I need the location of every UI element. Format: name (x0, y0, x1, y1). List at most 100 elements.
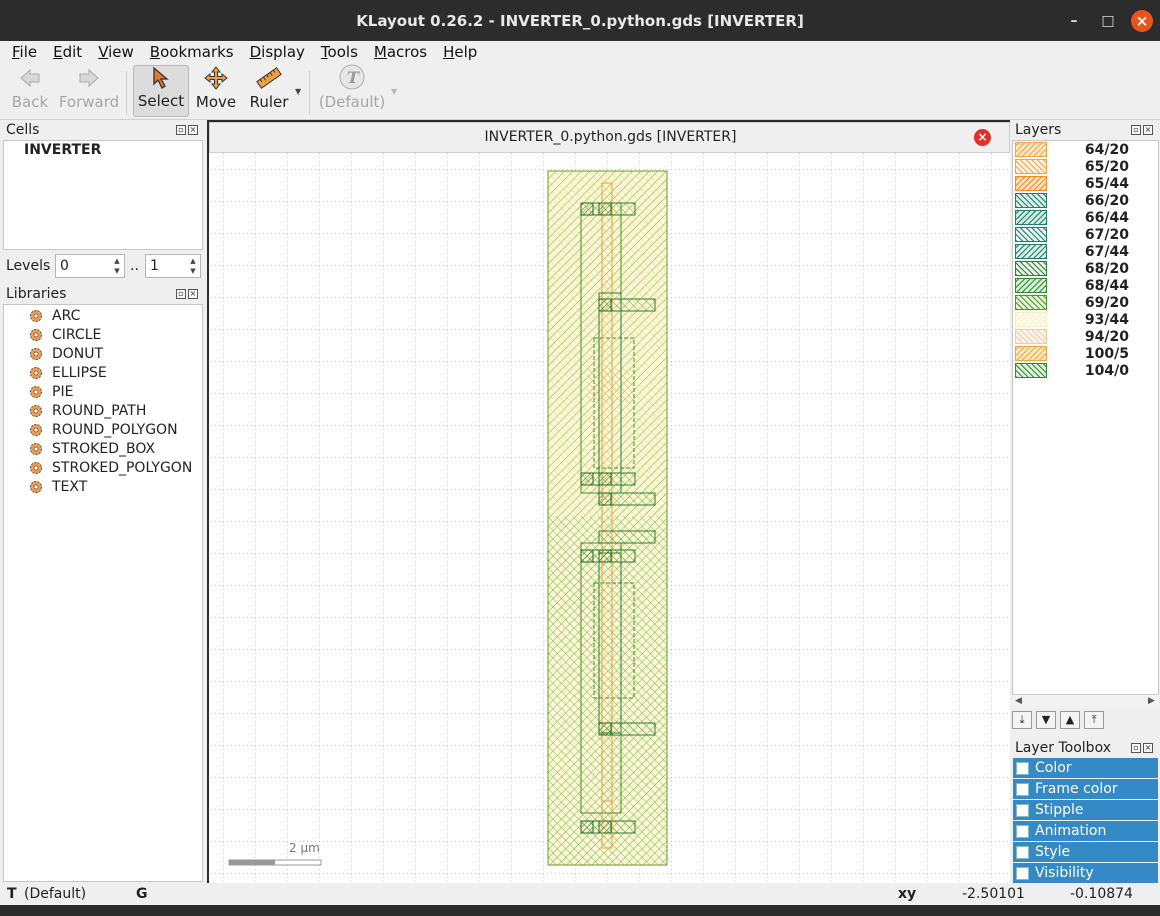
cell-item-inverter[interactable]: INVERTER (24, 142, 101, 158)
layer-item[interactable]: 67/44 (1015, 243, 1129, 260)
close-panel-icon[interactable]: × (188, 125, 198, 135)
library-item[interactable]: STROKED_POLYGON (28, 460, 192, 476)
levels-to-spinbox[interactable]: 1 ▲ ▼ (145, 254, 201, 278)
library-item[interactable]: TEXT (28, 479, 87, 495)
layer-item[interactable]: 67/20 (1015, 226, 1129, 243)
window-title: KLayout 0.26.2 - INVERTER_0.python.gds [… (356, 11, 804, 30)
menu-view[interactable]: View (90, 43, 142, 61)
ruler-dropdown-arrow-icon[interactable]: ▼ (295, 87, 301, 96)
minimize-button[interactable]: – (1063, 10, 1085, 32)
close-panel-icon[interactable]: × (1143, 125, 1153, 135)
layer-item[interactable]: 68/44 (1015, 277, 1129, 294)
status-mode: (Default) (24, 886, 87, 902)
ruler-tool-button[interactable]: Ruler (246, 65, 292, 117)
layer-swatch-icon (1015, 159, 1047, 174)
menu-edit[interactable]: Edit (45, 43, 90, 61)
expand-checkbox-icon[interactable] (1016, 866, 1029, 880)
levels-from-spinbox[interactable]: 0 ▲ ▼ (55, 254, 125, 278)
back-button[interactable]: Back (8, 65, 52, 117)
toolbox-section-color[interactable]: Color (1013, 758, 1158, 778)
expand-checkbox-icon[interactable] (1016, 761, 1029, 775)
layers-horizontal-scrollbar[interactable]: ◀ ▶ (1012, 694, 1159, 708)
library-gear-icon (30, 367, 42, 379)
ruler-icon (256, 65, 282, 91)
text-default-button[interactable]: T (Default) (318, 64, 386, 117)
layer-name: 68/20 (1084, 260, 1129, 277)
expand-checkbox-icon[interactable] (1016, 803, 1029, 817)
layer-item[interactable]: 68/20 (1015, 260, 1129, 277)
library-item[interactable]: CIRCLE (28, 327, 101, 343)
layer-toolbox-title: Layer Toolbox (1015, 740, 1111, 756)
scroll-left-icon[interactable]: ◀ (1015, 696, 1022, 706)
layer-item[interactable]: 66/20 (1015, 192, 1129, 209)
view-tab[interactable]: INVERTER_0.python.gds [INVERTER] × (209, 122, 1010, 153)
layer-swatch-icon (1015, 193, 1047, 208)
close-panel-icon[interactable]: × (188, 289, 198, 299)
layer-name: 65/20 (1084, 158, 1129, 175)
layer-item[interactable]: 66/44 (1015, 209, 1129, 226)
layer-65-44-shape (587, 368, 633, 403)
layer-item[interactable]: 64/20 (1015, 141, 1129, 158)
cells-tree: INVERTER (3, 140, 203, 250)
close-panel-icon[interactable]: × (1143, 743, 1153, 753)
close-window-button[interactable]: × (1131, 10, 1153, 32)
move-layer-bottom-icon[interactable]: ⤓ (1012, 711, 1032, 729)
move-layer-up-icon[interactable]: ▲ (1060, 711, 1080, 729)
menu-bookmarks[interactable]: Bookmarks (142, 43, 242, 61)
toolbox-section-visibility[interactable]: Visibility (1013, 863, 1158, 883)
float-panel-icon[interactable]: ▫ (176, 125, 186, 135)
expand-checkbox-icon[interactable] (1016, 845, 1029, 859)
move-layer-down-icon[interactable]: ▼ (1036, 711, 1056, 729)
float-panel-icon[interactable]: ▫ (1131, 743, 1141, 753)
menu-macros[interactable]: Macros (366, 43, 435, 61)
library-item[interactable]: DONUT (28, 346, 103, 362)
menu-display[interactable]: Display (242, 43, 313, 61)
library-item[interactable]: STROKED_BOX (28, 441, 155, 457)
spin-arrows-icon[interactable]: ▲ ▼ (111, 256, 123, 276)
move-layer-top-icon[interactable]: ⤒ (1084, 711, 1104, 729)
layout-drawing[interactable] (209, 153, 1010, 883)
library-gear-icon (30, 405, 42, 417)
toolbox-section-animation[interactable]: Animation (1013, 821, 1158, 841)
status-bar: T (Default) G xy -2.50101 -0.10874 (0, 883, 1160, 905)
layer-swatch-icon (1015, 227, 1047, 242)
library-item[interactable]: ARC (28, 308, 80, 324)
layer-toolbox-controls: ▫ × (1131, 743, 1153, 753)
toolbox-section-style[interactable]: Style (1013, 842, 1158, 862)
layer-name: 104/0 (1084, 362, 1129, 379)
menu-tools[interactable]: Tools (313, 43, 366, 61)
toolbox-section-frame-color[interactable]: Frame color (1013, 779, 1158, 799)
layer-item[interactable]: 69/20 (1015, 294, 1129, 311)
menu-file[interactable]: File (4, 43, 45, 61)
layout-canvas[interactable]: 2 µm (209, 153, 1010, 883)
forward-button[interactable]: Forward (58, 65, 120, 117)
expand-checkbox-icon[interactable] (1016, 782, 1029, 796)
layer-item[interactable]: 93/44 (1015, 311, 1129, 328)
layer-item[interactable]: 104/0 (1015, 362, 1129, 379)
layer-name: 100/5 (1084, 345, 1129, 362)
maximize-button[interactable]: □ (1097, 10, 1119, 32)
float-panel-icon[interactable]: ▫ (1131, 125, 1141, 135)
library-gear-icon (30, 348, 42, 360)
float-panel-icon[interactable]: ▫ (176, 289, 186, 299)
scroll-right-icon[interactable]: ▶ (1148, 696, 1155, 706)
library-item[interactable]: ELLIPSE (28, 365, 107, 381)
close-tab-icon[interactable]: × (974, 129, 991, 146)
expand-checkbox-icon[interactable] (1016, 824, 1029, 838)
layers-panel-title: Layers (1015, 122, 1062, 138)
layer-name: 65/44 (1084, 175, 1129, 192)
menu-help[interactable]: Help (435, 43, 485, 61)
toolbar-separator (309, 71, 310, 115)
layer-item[interactable]: 65/44 (1015, 175, 1129, 192)
library-item[interactable]: PIE (28, 384, 73, 400)
library-item[interactable]: ROUND_POLYGON (28, 422, 178, 438)
layer-item[interactable]: 100/5 (1015, 345, 1129, 362)
layer-item[interactable]: 65/20 (1015, 158, 1129, 175)
library-item[interactable]: ROUND_PATH (28, 403, 146, 419)
spin-arrows-icon[interactable]: ▲ ▼ (187, 256, 199, 276)
select-tool-button[interactable]: Select (133, 65, 189, 117)
move-tool-button[interactable]: Move (194, 65, 238, 117)
toolbox-section-stipple[interactable]: Stipple (1013, 800, 1158, 820)
layer-item[interactable]: 94/20 (1015, 328, 1129, 345)
default-dropdown-arrow-icon[interactable]: ▼ (391, 87, 397, 96)
